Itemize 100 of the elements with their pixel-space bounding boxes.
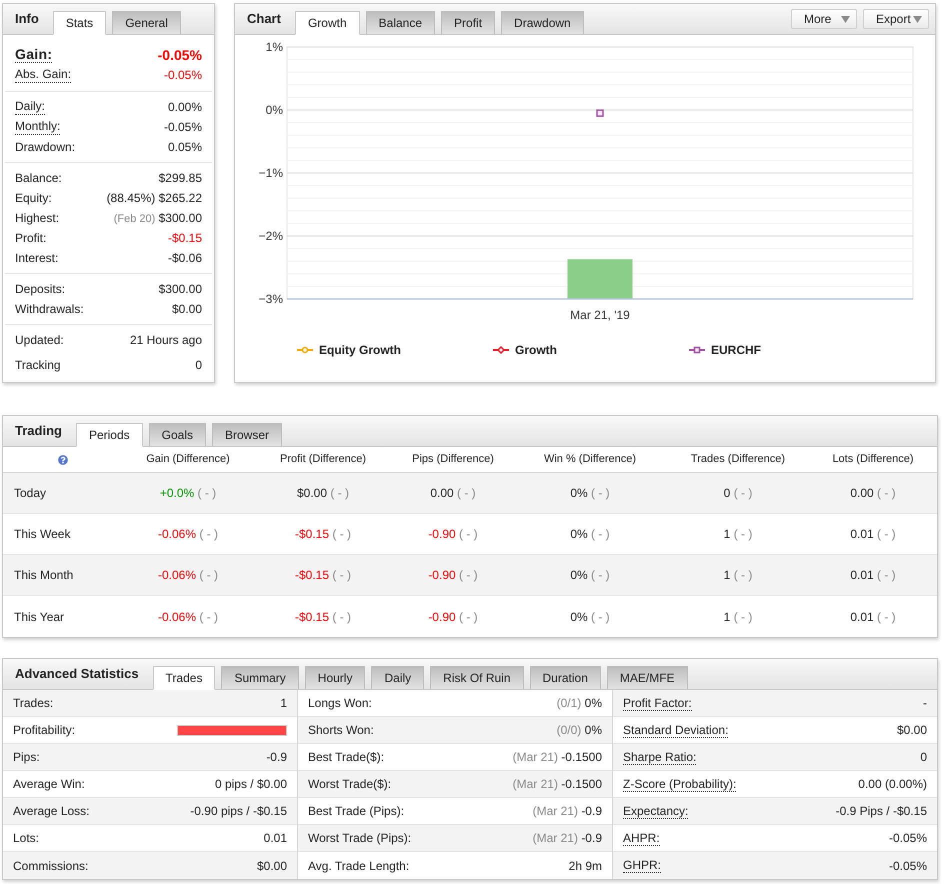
tab[interactable]: Browser (212, 423, 282, 446)
tab[interactable]: Daily (371, 666, 424, 689)
square-marker-icon (689, 346, 705, 354)
column-drawing (568, 259, 632, 299)
panel-title: Advanced Statistics (15, 665, 139, 684)
legend-item[interactable]: Growth (493, 341, 557, 359)
dropdown-button[interactable]: Export (863, 9, 929, 29)
stat-value: -$0.15 (168, 230, 202, 247)
y-axis-label: 1% (266, 40, 283, 54)
column-header: Trades (Difference) (690, 452, 786, 468)
stat-label: Withdrawals: (15, 302, 84, 316)
stat-label: Deposits: (15, 282, 66, 296)
period-label: This Week (14, 527, 70, 541)
y-axis-label: −1% (258, 166, 283, 180)
table-cell-text: 0.00 ( - ) (850, 485, 896, 502)
tab[interactable]: Stats (52, 11, 106, 35)
stat-value: (Mar 21) -0.1500 (512, 776, 602, 793)
stat-label: AHPR: (623, 830, 660, 846)
table-cell-text: 0% ( - ) (570, 608, 610, 626)
stat-value: (0/0) 0% (556, 722, 602, 739)
column-header: Pips (Difference) (412, 452, 494, 468)
stat-value: -0.05% (888, 830, 927, 847)
tab[interactable]: Drawdown (501, 11, 584, 34)
stat-label: Gain: (15, 47, 52, 63)
y-axis-label: 0% (266, 103, 283, 117)
y-axis-label: −3% (258, 292, 283, 306)
stat-label: Worst Trade (Pips): (308, 831, 412, 845)
stat-value: -0.05% (164, 67, 202, 84)
period-label: Today (14, 486, 46, 500)
table-cell-text: -0.06% ( - ) (158, 526, 218, 543)
tab[interactable]: Balance (366, 11, 436, 34)
stat-value: (88.45%) $265.22 (106, 190, 202, 207)
table-cell-text: -$0.15 ( - ) (294, 567, 352, 584)
stat-value: 21 Hours ago (130, 332, 202, 349)
stat-label: Drawdown: (15, 140, 76, 154)
stat-value: 0 (195, 357, 202, 374)
x-axis-label: Mar 21, '19 (570, 308, 630, 322)
stat-value: (0/1) 0% (556, 695, 602, 712)
stat-value: -$0.06 (168, 250, 202, 267)
stat-label: Average Win: (13, 777, 85, 791)
data-point-marker (596, 109, 604, 117)
table-cell-text: -0.90 ( - ) (428, 526, 478, 543)
stat-value: (Mar 21) -0.1500 (512, 749, 602, 766)
legend-item[interactable]: Equity Growth (297, 341, 401, 359)
table-cell-text: 0.00 ( - ) (430, 485, 476, 502)
tab[interactable]: Periods (76, 423, 143, 447)
table-cell-text: -0.06% ( - ) (158, 567, 218, 584)
tab[interactable]: Goals (148, 423, 206, 446)
stat-value: (Mar 21) -0.9 (532, 803, 602, 820)
stat-value: $0.00 (896, 722, 927, 739)
table-cell-text: 0 ( - ) (724, 485, 752, 502)
stat-label: Monthly: (15, 119, 60, 135)
tab[interactable]: Trades (152, 666, 216, 690)
tab[interactable]: Summary (221, 666, 299, 689)
stat-label: Daily: (15, 99, 46, 115)
tab[interactable]: Duration (530, 666, 601, 689)
table-cell-text: 0% ( - ) (570, 485, 610, 502)
column-header: Win % (Difference) (544, 452, 636, 468)
y-axis-label: −2% (258, 229, 283, 243)
stat-value: (Feb 20) $300.00 (114, 210, 202, 227)
stat-label: Profitability: (13, 723, 76, 737)
stat-label: Commissions: (13, 858, 88, 872)
tab[interactable]: Hourly (304, 666, 366, 689)
stat-value: $0.00 (256, 858, 287, 874)
table-cell-text: $0.00 ( - ) (296, 485, 350, 502)
stat-value: -0.05% (158, 46, 202, 64)
column-header: Profit (Difference) (280, 452, 366, 468)
stat-label: Average Loss: (13, 804, 90, 818)
legend-item[interactable]: EURCHF (689, 341, 761, 359)
table-cell-text: 0.01 ( - ) (850, 526, 896, 543)
tab[interactable]: Profit (441, 11, 496, 34)
diamond-marker-icon (493, 346, 509, 354)
stat-label: Highest: (15, 210, 60, 226)
help-icon[interactable] (58, 454, 68, 464)
period-label: This Month (14, 568, 74, 582)
panel-title: Trading (15, 422, 62, 440)
column-header: Lots (Difference) (832, 452, 914, 468)
stat-label: Shorts Won: (308, 723, 374, 737)
stat-label: Worst Trade($): (308, 777, 392, 791)
tab[interactable]: MAE/MFE (606, 666, 688, 689)
stat-value: $0.00 (172, 301, 202, 318)
caret-icon (913, 16, 922, 22)
circle-marker-icon (297, 346, 313, 354)
stat-value: - (923, 695, 927, 712)
stat-value: 0.05% (168, 139, 202, 156)
dropdown-button[interactable]: More (791, 9, 857, 29)
stat-label: Balance: (15, 170, 62, 186)
table-cell-text: 1 ( - ) (724, 567, 752, 584)
stat-value: -0.05% (164, 119, 202, 136)
tab[interactable]: General (112, 11, 181, 34)
stat-label: Expectancy: (623, 804, 688, 818)
stat-label: Best Trade (Pips): (308, 804, 404, 818)
tab[interactable]: Growth (294, 11, 360, 35)
table-cell-text: -0.90 ( - ) (428, 567, 478, 584)
tab[interactable]: Risk Of Ruin (430, 666, 524, 689)
stat-label: Pips: (13, 750, 40, 764)
table-cell-text: 0% ( - ) (570, 567, 610, 584)
stat-value: 0 (920, 749, 927, 766)
stat-label: Interest: (15, 250, 58, 266)
stat-value: 2h 9m (568, 858, 602, 874)
